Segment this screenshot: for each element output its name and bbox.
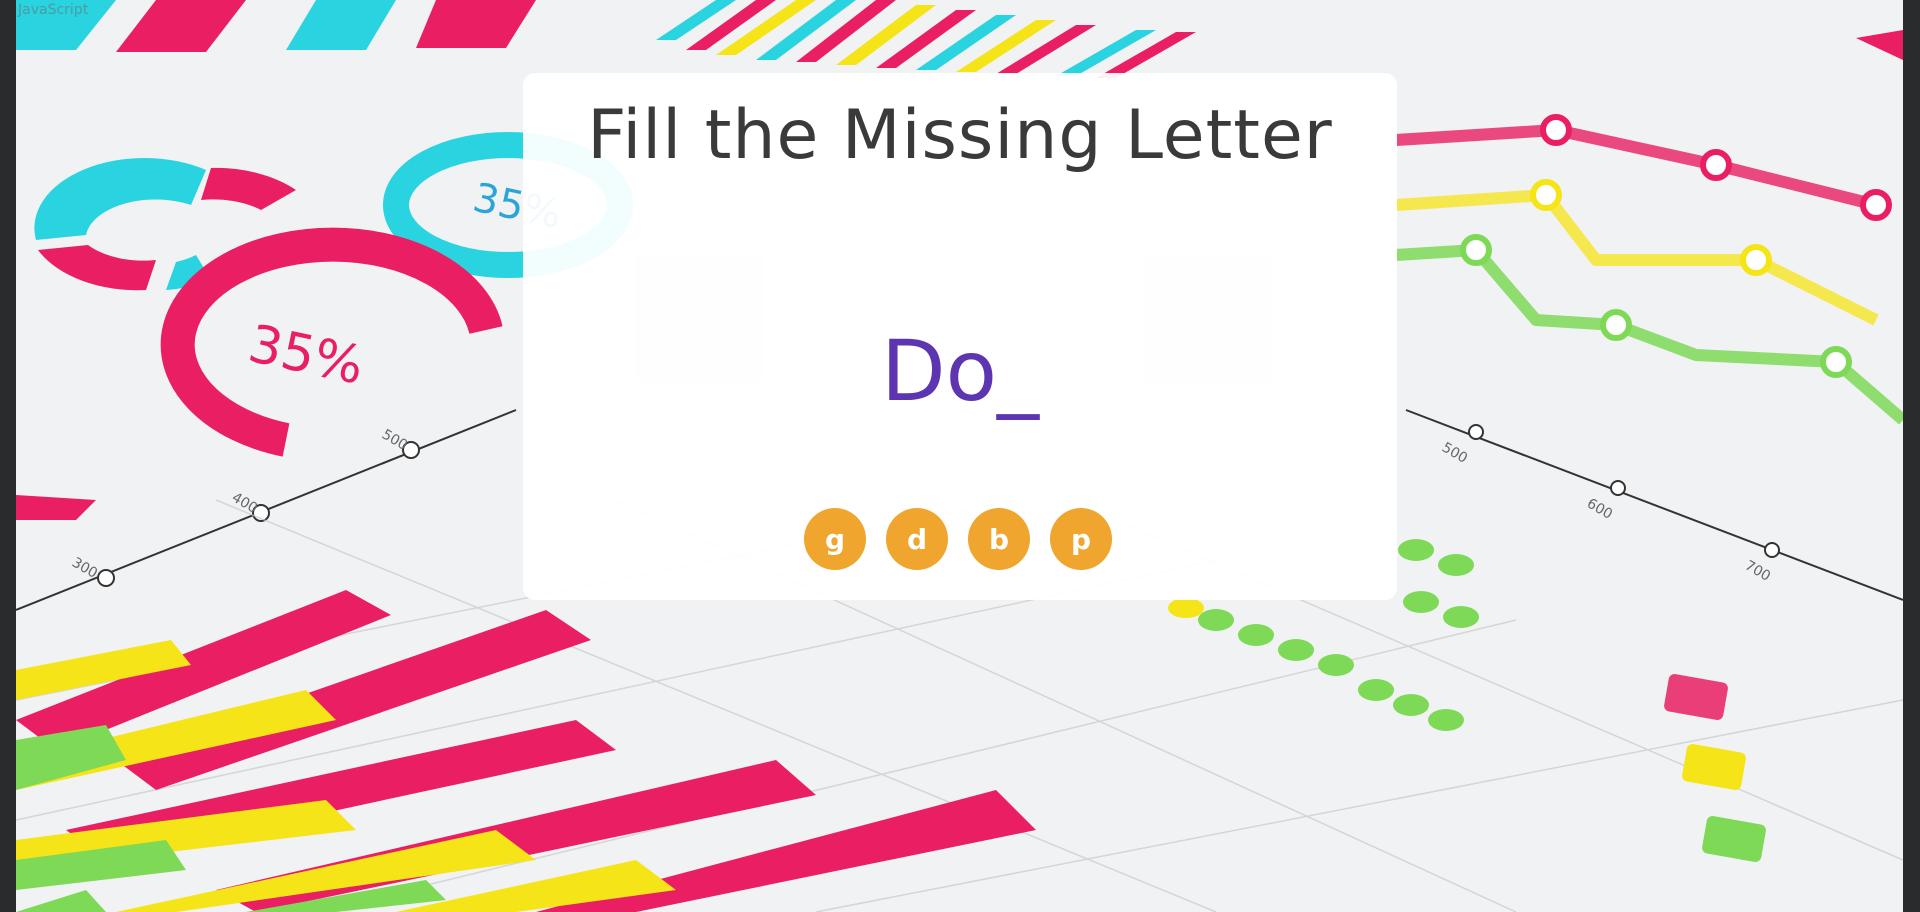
top-bars: [656, 0, 1196, 78]
axis-tick: 600: [1584, 496, 1615, 523]
letter-option-button[interactable]: d: [886, 508, 948, 570]
axis-tick: 700: [1742, 558, 1773, 585]
letter-option-button[interactable]: p: [1050, 508, 1112, 570]
top-stripes: [16, 0, 536, 52]
axis-tick: 500: [1439, 440, 1470, 467]
letter-option-button[interactable]: g: [804, 508, 866, 570]
game-title: Fill the Missing Letter: [587, 96, 1333, 175]
legend-squares: [1664, 674, 1766, 862]
letter-options: g d b p: [804, 508, 1112, 570]
letter-option-button[interactable]: b: [968, 508, 1030, 570]
missing-letter-word: Do_: [880, 322, 1040, 420]
bar-chart-bottom-left: [16, 590, 1036, 912]
tab-label: JavaScript: [18, 2, 89, 18]
